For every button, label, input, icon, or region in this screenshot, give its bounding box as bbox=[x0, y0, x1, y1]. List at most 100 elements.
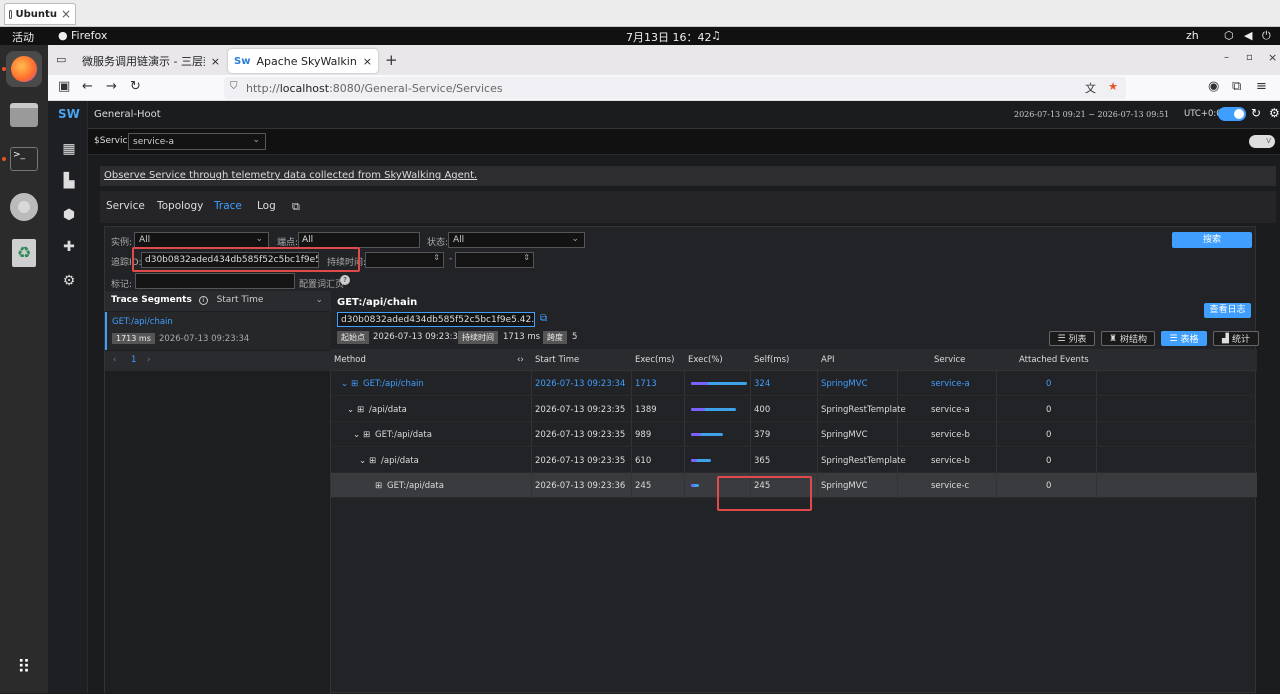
span-self-ms: 379 bbox=[754, 430, 771, 440]
observe-banner[interactable]: Observe Service through telemetry data c… bbox=[100, 166, 1276, 186]
stepper-icon[interactable]: ⇕ bbox=[433, 253, 440, 262]
column-divider bbox=[684, 371, 685, 396]
span-method[interactable]: GET:/api/data bbox=[375, 430, 432, 440]
back-icon[interactable]: ← bbox=[82, 79, 93, 94]
window-close-icon[interactable]: × bbox=[1268, 51, 1277, 64]
edit-toggle[interactable]: V bbox=[1249, 135, 1275, 148]
network-icon[interactable]: ⬡ bbox=[1224, 29, 1234, 42]
vocab-label[interactable]: 配置词汇页 bbox=[299, 277, 344, 290]
service-select[interactable]: service-a ⌄ bbox=[128, 133, 266, 150]
alarm-shield-icon[interactable]: ⬢ bbox=[61, 207, 77, 223]
browser-tab-2[interactable]: Sw Apache SkyWalking × bbox=[228, 49, 378, 73]
tags-input[interactable] bbox=[135, 273, 295, 289]
span-method[interactable]: /api/data bbox=[381, 456, 419, 466]
site-info-icon[interactable]: ⛉ bbox=[230, 81, 238, 92]
endpoint-input[interactable]: All bbox=[298, 232, 420, 248]
instance-select[interactable]: All ⌄ bbox=[134, 232, 269, 248]
span-method[interactable]: /api/data bbox=[369, 405, 407, 415]
tab-overview-icon[interactable]: ▭ bbox=[56, 53, 66, 66]
minimize-icon[interactable]: – bbox=[1224, 52, 1229, 63]
metrics-chart-icon[interactable]: ▙ bbox=[61, 173, 77, 189]
tab-service[interactable]: Service bbox=[106, 200, 145, 212]
view-tree-button[interactable]: ♜ 树结构 bbox=[1101, 331, 1155, 346]
browser-tab-1[interactable]: 微服务调用链演示 - 三层架构 × bbox=[76, 49, 226, 73]
status-select[interactable]: All ⌄ bbox=[448, 232, 585, 248]
table-row[interactable]: ⌄ ⊞ /api/data 2026-07-13 09:23:35 610 365 Spri… bbox=[331, 447, 1257, 473]
stepper-icon[interactable]: ⇕ bbox=[523, 253, 530, 262]
view-list-button[interactable]: ☰ 列表 bbox=[1049, 331, 1095, 346]
tab-topology[interactable]: Topology bbox=[157, 200, 203, 212]
close-icon[interactable]: × bbox=[211, 55, 220, 68]
settings-icon[interactable]: ⚙ bbox=[61, 273, 77, 289]
close-icon[interactable]: × bbox=[363, 55, 372, 68]
maximize-icon[interactable]: ▫ bbox=[1246, 52, 1253, 63]
volume-icon[interactable]: ◀ bbox=[1244, 29, 1252, 42]
url-bar[interactable]: ⛉ http://localhost:8080/General-Service/… bbox=[224, 77, 1126, 99]
page-number[interactable]: 1 bbox=[131, 355, 136, 365]
self-bar bbox=[691, 382, 708, 385]
disc-dock-icon[interactable] bbox=[6, 189, 42, 225]
self-bar bbox=[691, 458, 697, 462]
resize-icon[interactable]: ‹› bbox=[517, 355, 524, 365]
power-icon[interactable]: ⏻ bbox=[1262, 29, 1271, 43]
bell-icon[interactable]: ♫ bbox=[711, 29, 721, 42]
view-logs-button[interactable]: 查看日志 bbox=[1204, 303, 1251, 318]
duration-max-input[interactable]: ⇕ bbox=[455, 252, 534, 268]
theme-toggle[interactable] bbox=[1218, 107, 1246, 121]
app-name[interactable]: Firefox bbox=[71, 29, 107, 42]
apps-grid-icon[interactable]: ⠿ bbox=[6, 649, 42, 685]
trash-dock-icon[interactable]: ♻ bbox=[6, 235, 42, 271]
files-dock-icon[interactable] bbox=[6, 97, 42, 133]
settings-icon[interactable]: ⚙ bbox=[1269, 106, 1280, 120]
tab-trace[interactable]: Trace bbox=[214, 200, 242, 212]
sidebar-icon[interactable]: ▣ bbox=[58, 79, 70, 94]
tab-log[interactable]: Log bbox=[257, 200, 276, 212]
add-widget-icon[interactable]: ✚ bbox=[61, 239, 77, 255]
reload-icon[interactable]: ↻ bbox=[130, 79, 141, 94]
translate-icon[interactable]: 文 bbox=[1085, 80, 1096, 96]
vm-tab-close-icon[interactable]: × bbox=[61, 7, 71, 21]
expand-chevron-icon[interactable]: ⌄ bbox=[341, 379, 348, 389]
view-table-button[interactable]: ☰ 表格 bbox=[1161, 331, 1207, 346]
trace-id-select[interactable]: d30b0832aded434db585f52c5bc1f9e5.42.1783… bbox=[337, 312, 535, 327]
chevron-down-icon[interactable]: ⌄ bbox=[315, 295, 323, 305]
table-row[interactable]: ⌄ ⊞ GET:/api/chain 2026-07-13 09:23:34 1713 3… bbox=[331, 371, 1257, 396]
input-language[interactable]: zh bbox=[1186, 29, 1199, 42]
new-tab-icon[interactable]: + bbox=[385, 51, 398, 69]
help-icon[interactable]: ? bbox=[340, 275, 350, 285]
sw-logo[interactable]: SW bbox=[58, 107, 80, 121]
prev-page-button[interactable]: ‹ bbox=[113, 355, 116, 365]
extensions-icon[interactable]: ⧉ bbox=[1232, 79, 1241, 94]
activities-button[interactable]: 活动 bbox=[12, 29, 34, 45]
sort-select[interactable]: Start Time bbox=[217, 295, 264, 305]
copy-tab-icon[interactable]: ⧉ bbox=[292, 200, 300, 214]
table-row[interactable]: ⌄ ⊞ /api/data 2026-07-13 09:23:35 1389 400 Spr… bbox=[331, 396, 1257, 422]
vm-tab[interactable]: Ubuntu × bbox=[4, 3, 76, 25]
firefox-dock-icon[interactable] bbox=[6, 51, 42, 87]
info-icon[interactable]: i bbox=[198, 296, 208, 305]
view-stats-button[interactable]: ▟ 统计 bbox=[1213, 331, 1259, 346]
duration-min-input[interactable]: ⇕ bbox=[365, 252, 444, 268]
refresh-icon[interactable]: ↻ bbox=[1251, 106, 1261, 120]
expand-chevron-icon[interactable]: ⌄ bbox=[353, 430, 360, 440]
bookmark-star-icon[interactable]: ★ bbox=[1108, 80, 1118, 93]
account-icon[interactable]: ◉ bbox=[1208, 79, 1219, 94]
tab-label: Apache SkyWalking bbox=[256, 54, 357, 68]
next-page-button[interactable]: › bbox=[147, 355, 150, 365]
expand-chevron-icon[interactable]: ⌄ bbox=[347, 405, 354, 415]
clock[interactable]: 7月13日 16：42 bbox=[626, 29, 712, 45]
copy-icon[interactable]: ⧉ bbox=[540, 313, 547, 324]
search-button[interactable]: 搜索 bbox=[1172, 232, 1252, 248]
segments-title: Trace Segments bbox=[111, 295, 192, 305]
col-attached-events: Attached Events bbox=[1019, 355, 1089, 365]
expand-chevron-icon[interactable]: ⌄ bbox=[359, 456, 366, 466]
terminal-dock-icon[interactable]: >_ bbox=[6, 141, 42, 177]
table-row[interactable]: ⌄ ⊞ GET:/api/data 2026-07-13 09:23:35 989 379… bbox=[331, 422, 1257, 447]
menu-icon[interactable]: ≡ bbox=[1256, 79, 1267, 94]
span-method[interactable]: GET:/api/data bbox=[387, 481, 444, 491]
forward-icon[interactable]: → bbox=[106, 79, 117, 94]
time-range[interactable]: 2026-07-13 09:21 ~ 2026-07-13 09:51 bbox=[1014, 110, 1169, 119]
span-method[interactable]: GET:/api/chain bbox=[363, 379, 424, 389]
segment-item[interactable]: GET:/api/chain 1713 ms 2026-07-13 09:23:… bbox=[105, 312, 331, 350]
dashboard-icon[interactable]: ▦ bbox=[61, 141, 77, 157]
